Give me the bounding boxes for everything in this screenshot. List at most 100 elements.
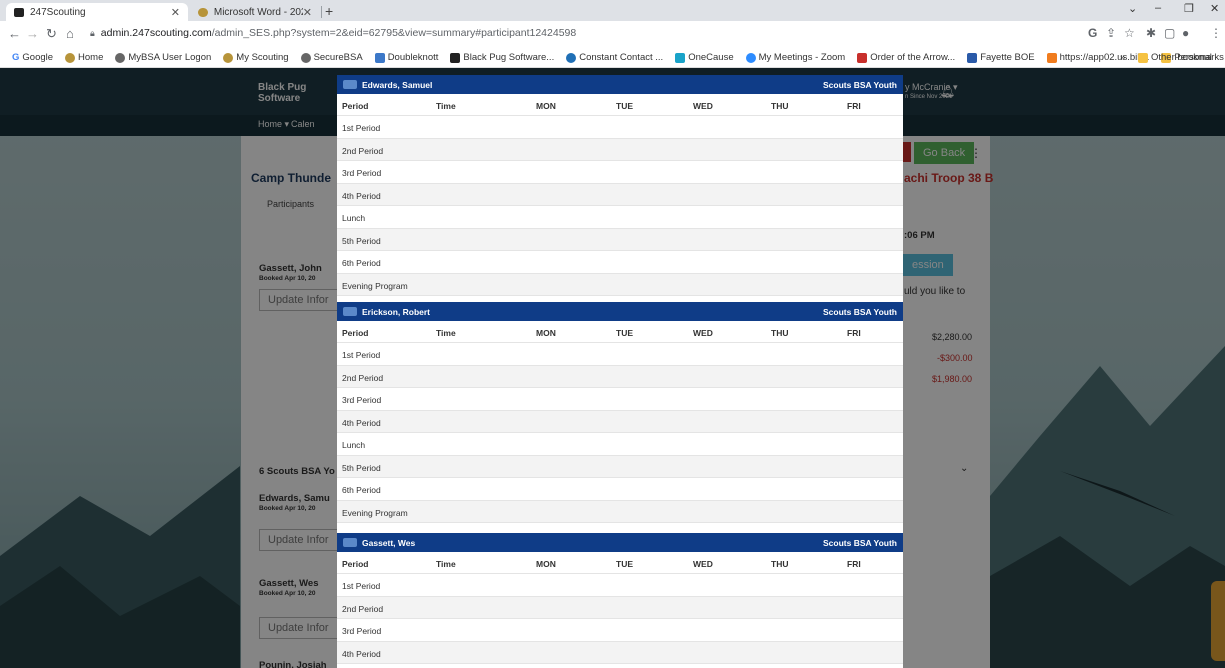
bookmark-fayette-boe[interactable]: Fayette BOE (967, 52, 1035, 63)
bookmark-onecause[interactable]: OneCause (675, 52, 734, 63)
schedule-row: 6th Period (337, 478, 903, 501)
url-field[interactable]: 🔒︎ admin.247scouting.com/admin_SES.php?sy… (90, 27, 576, 39)
schedule-row: 4th Period (337, 641, 903, 664)
bookmark-home[interactable]: Home (65, 52, 103, 63)
bsa-icon (65, 52, 76, 63)
share-icon[interactable]: ⇪ (1106, 26, 1116, 40)
bookmark-google[interactable]: G Google (12, 52, 53, 63)
column-header-mon: MON (536, 559, 556, 569)
column-header-period: Period (342, 101, 369, 111)
column-header-mon: MON (536, 328, 556, 338)
period-label: 5th Period (342, 235, 381, 246)
bookmark-doubleknott[interactable]: Doubleknott (374, 52, 438, 63)
schedule-row: 1st Period (337, 116, 903, 139)
period-label: Lunch (342, 440, 366, 450)
period-label: Evening Program (342, 280, 408, 291)
schedule-row: 6th Period (337, 251, 903, 274)
bookmark-zoom[interactable]: My Meetings - Zoom (745, 52, 845, 63)
schedule-row: Evening Program (337, 273, 903, 296)
profile-avatar-icon[interactable]: ● (1182, 26, 1189, 40)
bookmark-constant-contact[interactable]: Constant Contact ... (566, 52, 663, 63)
period-label: Lunch (342, 213, 366, 223)
participant-icon (343, 307, 357, 316)
tab-title: 247Scouting (30, 6, 86, 18)
bookmark-securebsa[interactable]: SecureBSA (300, 52, 363, 63)
bookmark-order-of-the-arrow[interactable]: Order of the Arrow... (857, 52, 955, 63)
period-label: 4th Period (342, 417, 381, 428)
restore-icon[interactable]: ❐ (1184, 2, 1194, 15)
bookmark-black-pug[interactable]: Black Pug Software... (450, 52, 554, 63)
period-label: 2nd Period (342, 603, 384, 614)
close-tab-icon[interactable]: ✕ (171, 6, 180, 19)
url-path: /admin_SES.php?system=2&eid=62795&view=s… (211, 27, 577, 39)
schedule-modal: Edwards, Samuel Scouts BSA Youth Period Tim… (337, 75, 903, 668)
menu-kebab-icon[interactable]: ⋮ (1210, 26, 1222, 40)
period-label: 4th Period (342, 648, 381, 659)
arrow-icon (857, 52, 868, 63)
tab-247scouting[interactable]: 247Scouting ✕ (6, 3, 188, 21)
onecause-icon (675, 52, 686, 63)
globe-icon (115, 52, 126, 63)
address-toolbar: ← → ↻ ⌂ 🔒︎ admin.247scouting.com/admin_SE… (0, 21, 1225, 48)
bookmark-bill[interactable]: https://app02.us.bill... (1046, 52, 1149, 63)
tab-search-icon[interactable]: ⌄ (1128, 2, 1137, 15)
schedule-row: 1st Period (337, 343, 903, 366)
column-header-tue: TUE (616, 559, 633, 569)
column-header-period: Period (342, 559, 369, 569)
participant-icon (343, 538, 357, 547)
fayette-icon (967, 52, 978, 63)
minimize-icon[interactable]: – (1155, 2, 1161, 14)
schedule-row: 1st Period (337, 574, 903, 597)
period-label: 1st Period (342, 123, 381, 133)
participant-role: Scouts BSA Youth (823, 537, 897, 548)
other-bookmarks-folder[interactable]: Other bookmarks (1138, 52, 1224, 63)
close-window-icon[interactable]: ✕ (1210, 2, 1219, 15)
reload-icon[interactable]: ↻ (46, 26, 57, 42)
schedule-row: 2nd Period (337, 365, 903, 388)
close-tab-icon[interactable]: ✕ (303, 6, 312, 19)
period-label: 5th Period (342, 462, 381, 473)
schedule-row: Lunch (337, 206, 903, 229)
bookmark-star-icon[interactable]: ☆ (1124, 26, 1135, 40)
google-lens-icon[interactable]: G (1088, 26, 1097, 40)
schedule-header-row: Period Time MON TUE WED THU FRI (337, 94, 903, 116)
period-label: 1st Period (342, 581, 381, 591)
participant-header: Edwards, Samuel Scouts BSA Youth (337, 75, 903, 94)
home-icon[interactable]: ⌂ (66, 26, 74, 41)
tab-separator (321, 6, 322, 18)
forward-arrow-icon[interactable]: → (26, 26, 39, 41)
column-header-tue: TUE (616, 101, 633, 111)
schedule-row: 2nd Period (337, 596, 903, 619)
period-label: 6th Period (342, 258, 381, 268)
tab-title: Microsoft Word - 2022 Woodruff (213, 6, 303, 18)
tab-word-document[interactable]: Microsoft Word - 2022 Woodruff ✕ (190, 3, 320, 21)
participant-schedule-card: Edwards, Samuel Scouts BSA Youth Period Tim… (337, 75, 903, 296)
period-label: 3rd Period (342, 395, 382, 405)
participant-schedule-card: Gassett, Wes Scouts BSA Youth Period Time MO… (337, 533, 903, 664)
bsa-favicon-icon (198, 7, 208, 17)
google-icon: G (12, 52, 20, 63)
bookmark-my-scouting[interactable]: My Scouting (223, 52, 289, 63)
column-header-wed: WED (693, 559, 713, 569)
schedule-row: 2nd Period (337, 138, 903, 161)
bsa-icon (223, 52, 234, 63)
column-header-fri: FRI (847, 328, 861, 338)
column-header-tue: TUE (616, 328, 633, 338)
participant-icon (343, 80, 357, 89)
sidebar-icon[interactable]: ▢ (1164, 26, 1175, 40)
bookmark-mybsa[interactable]: MyBSA User Logon (115, 52, 211, 63)
back-arrow-icon[interactable]: ← (8, 26, 21, 41)
bookmarks-overflow-icon[interactable]: » (1120, 52, 1125, 63)
column-header-time: Time (436, 328, 456, 338)
black-pug-favicon-icon (14, 7, 24, 17)
black-pug-icon (450, 52, 461, 63)
schedule-header-row: Period Time MON TUE WED THU FRI (337, 552, 903, 574)
schedule-row: 4th Period (337, 183, 903, 206)
new-tab-icon[interactable]: + (325, 3, 333, 19)
schedule-row: Lunch (337, 433, 903, 456)
extensions-icon[interactable]: ✱ (1146, 26, 1156, 40)
column-header-fri: FRI (847, 101, 861, 111)
period-label: Evening Program (342, 507, 408, 518)
participant-name: Edwards, Samuel (362, 79, 433, 90)
period-label: 3rd Period (342, 626, 382, 636)
